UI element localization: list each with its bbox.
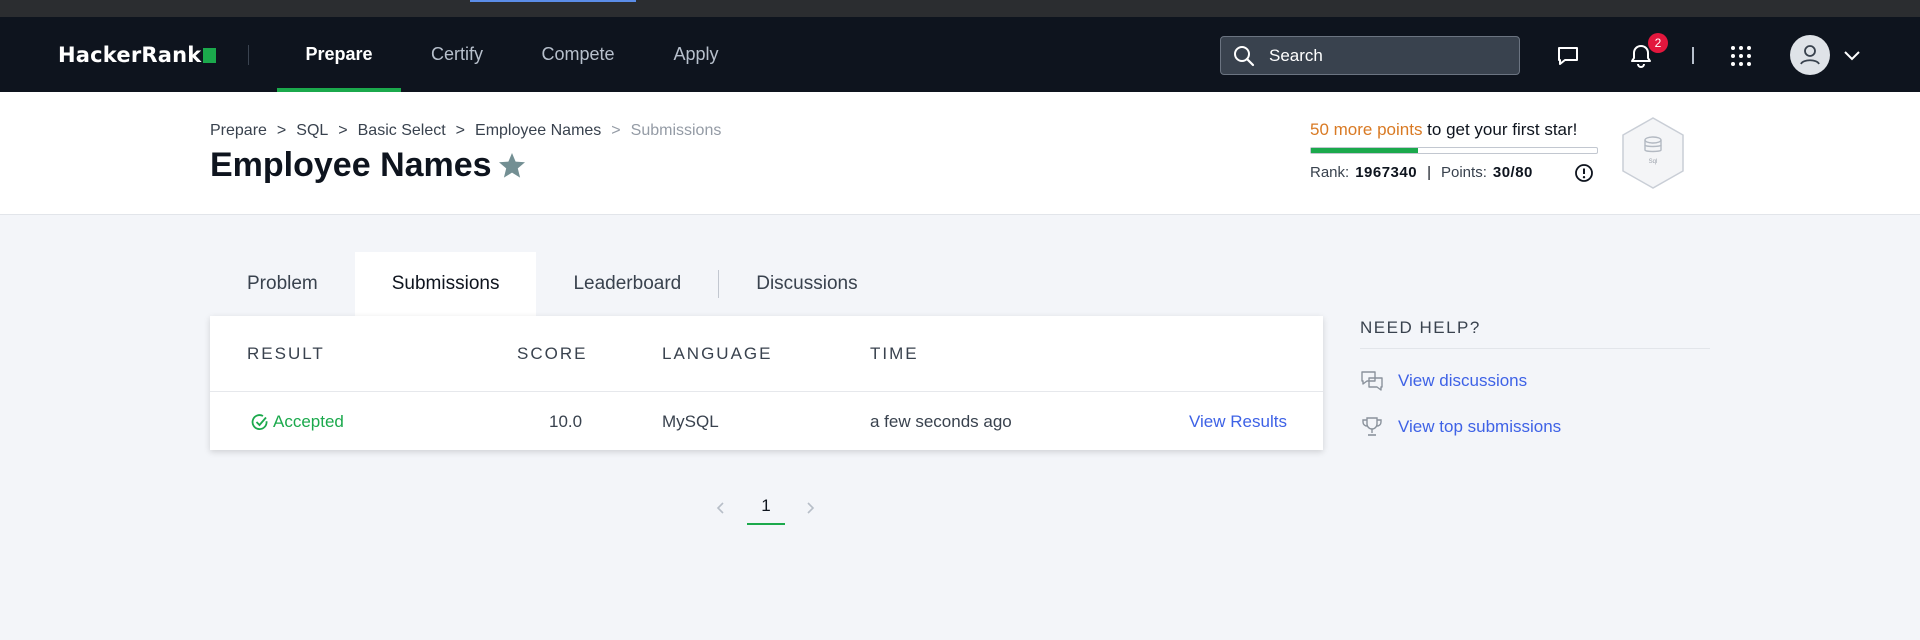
user-avatar[interactable] bbox=[1790, 35, 1830, 75]
nav-prepare[interactable]: Prepare bbox=[277, 17, 401, 92]
column-header-language: LANGUAGE bbox=[662, 344, 773, 363]
table-divider bbox=[210, 391, 1323, 392]
star-progress-fill bbox=[1311, 148, 1419, 153]
discussion-bubbles-icon bbox=[1361, 371, 1383, 391]
breadcrumb: Prepare > SQL > Basic Select > Employee … bbox=[210, 122, 721, 140]
breadcrumb-chevron-icon: > bbox=[611, 122, 621, 139]
page-title: Employee Names bbox=[210, 146, 492, 184]
nav-compete[interactable]: Compete bbox=[536, 17, 620, 92]
search-input[interactable] bbox=[1269, 37, 1509, 74]
next-page-icon[interactable] bbox=[804, 500, 816, 516]
column-header-score: SCORE bbox=[517, 344, 588, 363]
score-cell: 10.0 bbox=[549, 412, 583, 431]
star-progress-bar bbox=[1310, 147, 1598, 154]
rank-points-line: Rank: 1967340 | Points: 30/80 bbox=[1310, 164, 1533, 181]
chevron-down-icon[interactable] bbox=[1843, 48, 1861, 62]
breadcrumb-chevron-icon: > bbox=[338, 122, 348, 139]
breadcrumb-chevron-icon: > bbox=[455, 122, 466, 139]
language-cell: MySQL bbox=[662, 412, 719, 431]
breadcrumb-basic-select[interactable]: Basic Select bbox=[358, 122, 446, 140]
result-status: Accepted bbox=[273, 412, 344, 431]
tab-leaderboard[interactable]: Leaderboard bbox=[536, 252, 718, 316]
top-navbar: HackerRank Prepare Certify Compete Apply… bbox=[0, 17, 1920, 92]
check-circle-icon bbox=[251, 414, 268, 430]
breadcrumb-prepare[interactable]: Prepare bbox=[210, 122, 267, 140]
breadcrumb-chevron-icon: > bbox=[276, 122, 287, 139]
tab-submissions[interactable]: Submissions bbox=[354, 252, 537, 316]
sql-hex-badge-icon[interactable]: Sql bbox=[1620, 116, 1686, 190]
user-avatar-icon bbox=[1800, 45, 1820, 65]
nav-certify[interactable]: Certify bbox=[420, 17, 494, 92]
nav-divider bbox=[248, 45, 249, 65]
star-progress-message: 50 more points to get your first star! bbox=[1310, 120, 1578, 139]
tab-problem[interactable]: Problem bbox=[210, 252, 355, 316]
column-header-time: TIME bbox=[870, 344, 919, 363]
challenge-tabs: Problem Submissions Leaderboard Discussi… bbox=[210, 252, 895, 316]
page-number-current[interactable]: 1 bbox=[747, 496, 785, 516]
view-results-link[interactable]: View Results bbox=[1189, 412, 1287, 432]
nav-apply[interactable]: Apply bbox=[666, 17, 726, 92]
breadcrumb-employee-names[interactable]: Employee Names bbox=[475, 122, 601, 140]
trophy-icon bbox=[1362, 417, 1382, 436]
info-icon[interactable] bbox=[1574, 163, 1594, 183]
challenge-header: Prepare > SQL > Basic Select > Employee … bbox=[0, 92, 1920, 215]
tab-discussions[interactable]: Discussions bbox=[719, 252, 894, 316]
page-active-underline bbox=[747, 523, 785, 525]
time-cell: a few seconds ago bbox=[870, 412, 1012, 431]
need-help-title: NEED HELP? bbox=[1360, 318, 1710, 349]
search-box[interactable] bbox=[1220, 36, 1520, 75]
previous-page-icon[interactable] bbox=[715, 500, 727, 516]
breadcrumb-submissions: Submissions bbox=[630, 122, 722, 139]
notification-badge: 2 bbox=[1648, 33, 1668, 53]
breadcrumb-sql[interactable]: SQL bbox=[296, 122, 328, 140]
hackerrank-logo[interactable]: HackerRank bbox=[58, 43, 217, 67]
logo-square-icon bbox=[203, 48, 217, 63]
view-top-submissions-link[interactable]: View top submissions bbox=[1360, 416, 1561, 438]
view-discussions-link[interactable]: View discussions bbox=[1360, 370, 1527, 392]
badge-label: Sql bbox=[1649, 159, 1658, 165]
browser-top-strip bbox=[0, 0, 1920, 17]
chat-icon[interactable] bbox=[1555, 43, 1581, 69]
top-strip-link[interactable] bbox=[470, 0, 636, 2]
nav-divider-right bbox=[1692, 47, 1694, 64]
apps-grid-icon[interactable] bbox=[1728, 43, 1754, 69]
need-help-panel: NEED HELP? View discussions View top sub… bbox=[1360, 318, 1710, 436]
result-cell: Accepted bbox=[251, 412, 344, 432]
bookmark-star-icon[interactable] bbox=[498, 152, 526, 179]
pagination: 1 bbox=[700, 492, 840, 532]
search-icon bbox=[1234, 46, 1255, 67]
submissions-table: RESULT SCORE LANGUAGE TIME Accepted 10.0… bbox=[210, 316, 1323, 450]
column-header-result: RESULT bbox=[247, 344, 325, 363]
